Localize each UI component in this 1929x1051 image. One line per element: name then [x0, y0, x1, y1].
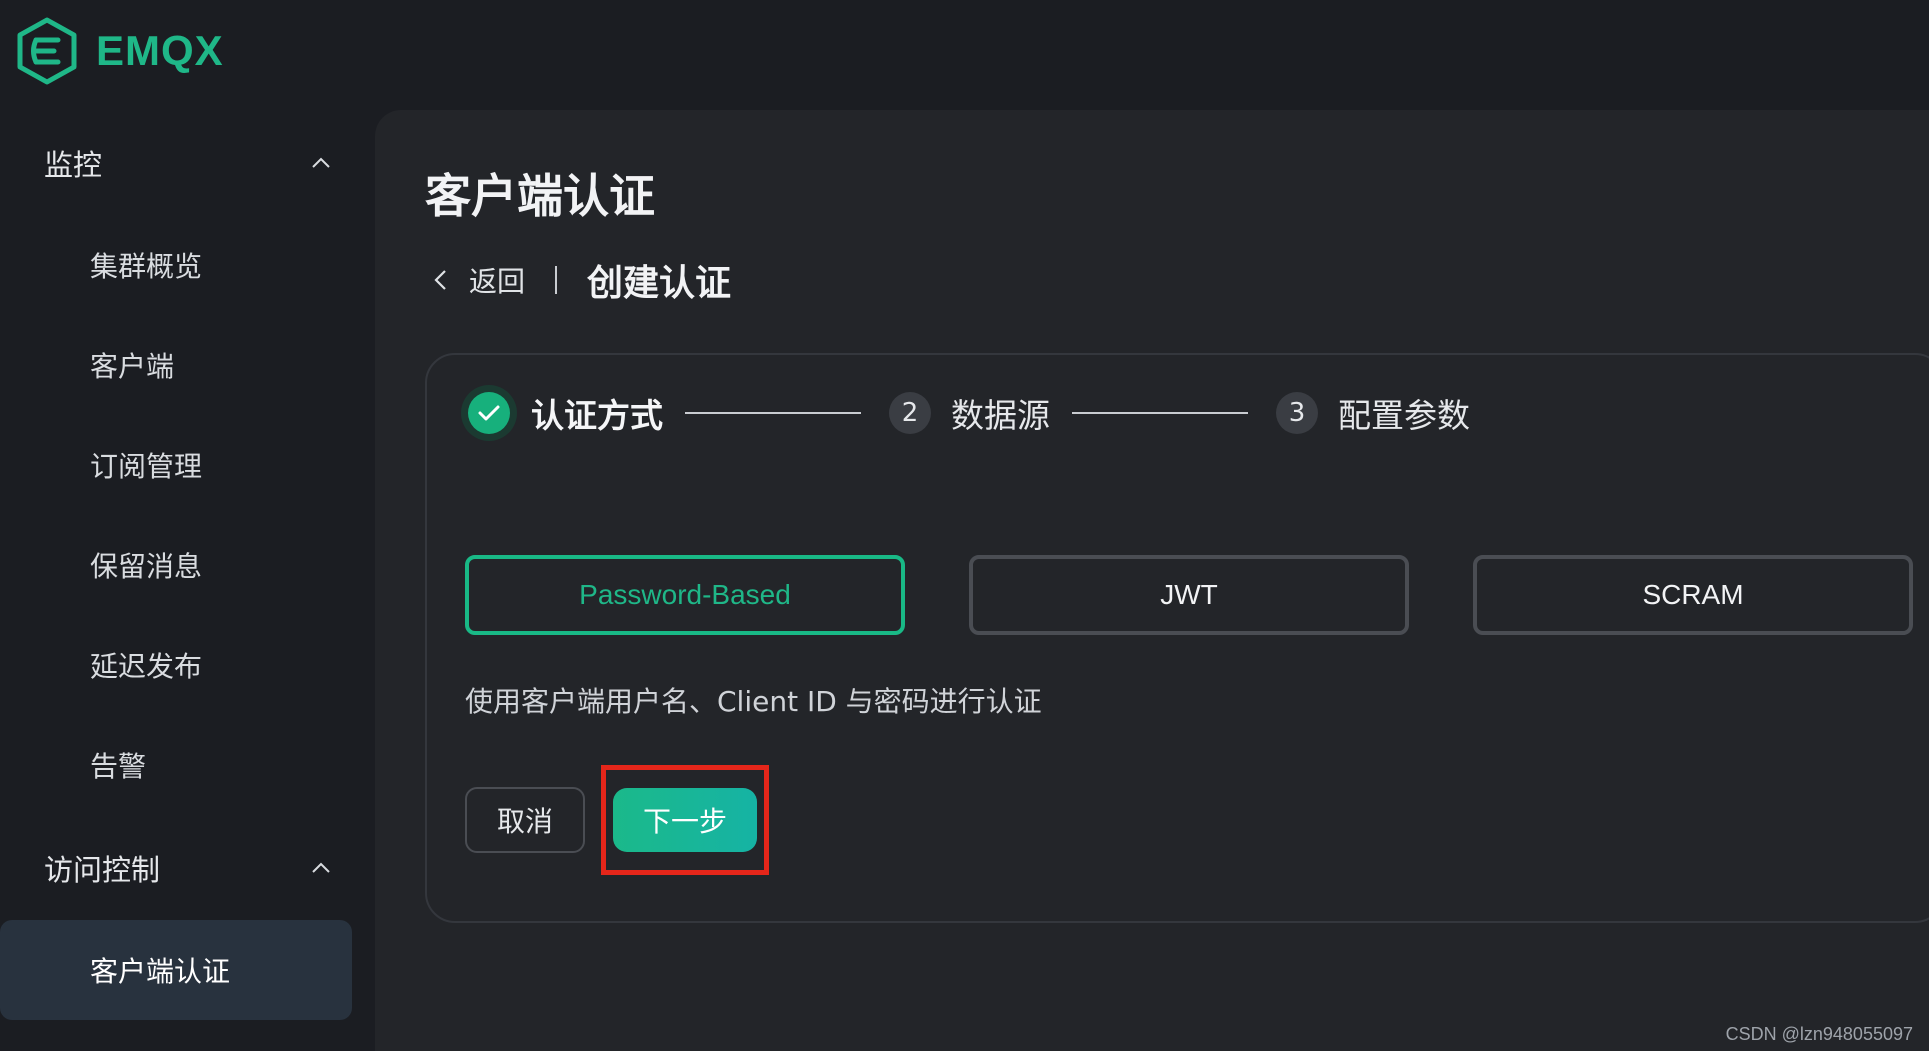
sidebar-item-label: 客户端认证 — [90, 955, 231, 988]
breadcrumb: 返回 创建认证 — [425, 255, 731, 305]
option-scram[interactable]: SCRAM — [1473, 555, 1913, 635]
sidebar-item-label: 告警 — [90, 750, 147, 783]
breadcrumb-divider — [555, 266, 558, 294]
step-label-auth-method: 认证方式 — [531, 396, 663, 435]
watermark: CSDN @lzn948055097 — [1725, 1024, 1913, 1044]
sidebar-group-label: 监控 — [44, 147, 103, 182]
form-actions: 取消 下一步 — [465, 765, 769, 875]
sidebar: 监控 集群概览 客户端 订阅管理 保留消息 延迟发布 告警 访问控制 客户端认证 — [0, 110, 375, 1051]
option-password-based[interactable]: Password-Based — [465, 555, 905, 635]
auth-method-options: Password-Based JWT SCRAM — [465, 555, 1913, 635]
check-icon — [468, 392, 510, 434]
brand-logo[interactable]: EMQX — [16, 16, 224, 86]
sidebar-item-label: 集群概览 — [90, 250, 203, 283]
create-auth-card: 认证方式 2 数据源 3 配置参数 Password-Based JWT SCR… — [425, 353, 1929, 923]
sidebar-item-delayed-publish[interactable]: 延迟发布 — [0, 615, 375, 715]
emqx-hexagon-logo-icon — [17, 17, 77, 85]
page-title: 客户端认证 — [425, 169, 655, 223]
chevron-left-icon[interactable] — [425, 265, 455, 295]
back-link[interactable]: 返回 — [469, 260, 525, 300]
app-window: EMQX 监控 集群概览 客户端 订阅管理 保留消息 延迟发布 告警 访问控制 — [0, 0, 1929, 1051]
sidebar-item-label: 保留消息 — [90, 550, 203, 583]
sidebar-item-cluster-overview[interactable]: 集群概览 — [0, 215, 375, 315]
step-connector — [685, 412, 861, 414]
auth-method-description: 使用客户端用户名、Client ID 与密码进行认证 — [465, 685, 1042, 718]
cancel-button[interactable]: 取消 — [465, 787, 585, 853]
sidebar-item-clients[interactable]: 客户端 — [0, 315, 375, 415]
sidebar-group-label: 访问控制 — [44, 852, 161, 887]
sidebar-group-monitoring[interactable]: 监控 — [0, 110, 375, 215]
brand-name: EMQX — [96, 27, 224, 74]
sidebar-item-label: 订阅管理 — [90, 450, 203, 483]
sidebar-item-client-authentication[interactable]: 客户端认证 — [0, 920, 352, 1020]
sidebar-group-access-control[interactable]: 访问控制 — [0, 815, 375, 920]
chevron-up-icon — [309, 856, 333, 880]
sidebar-item-label: 客户端 — [90, 350, 175, 383]
breadcrumb-current: 创建认证 — [587, 263, 732, 304]
sidebar-item-retained-messages[interactable]: 保留消息 — [0, 515, 375, 615]
step-done-indicator — [461, 385, 517, 441]
sidebar-item-alarms[interactable]: 告警 — [0, 715, 375, 815]
steps: 认证方式 2 数据源 3 配置参数 — [461, 383, 1470, 443]
highlight-box: 下一步 — [601, 765, 769, 875]
step-number: 3 — [1276, 392, 1318, 434]
sidebar-item-label: 延迟发布 — [90, 650, 203, 683]
step-label-data-source: 数据源 — [951, 396, 1050, 435]
sidebar-item-subscriptions[interactable]: 订阅管理 — [0, 415, 375, 515]
step-number: 2 — [889, 392, 931, 434]
step-label-config: 配置参数 — [1338, 396, 1470, 435]
step-connector — [1072, 412, 1248, 414]
chevron-up-icon — [309, 151, 333, 175]
next-step-button[interactable]: 下一步 — [613, 788, 757, 852]
option-jwt[interactable]: JWT — [969, 555, 1409, 635]
main-panel: 客户端认证 返回 创建认证 认证方式 2 数据源 3 配置参数 Password… — [375, 110, 1929, 1051]
